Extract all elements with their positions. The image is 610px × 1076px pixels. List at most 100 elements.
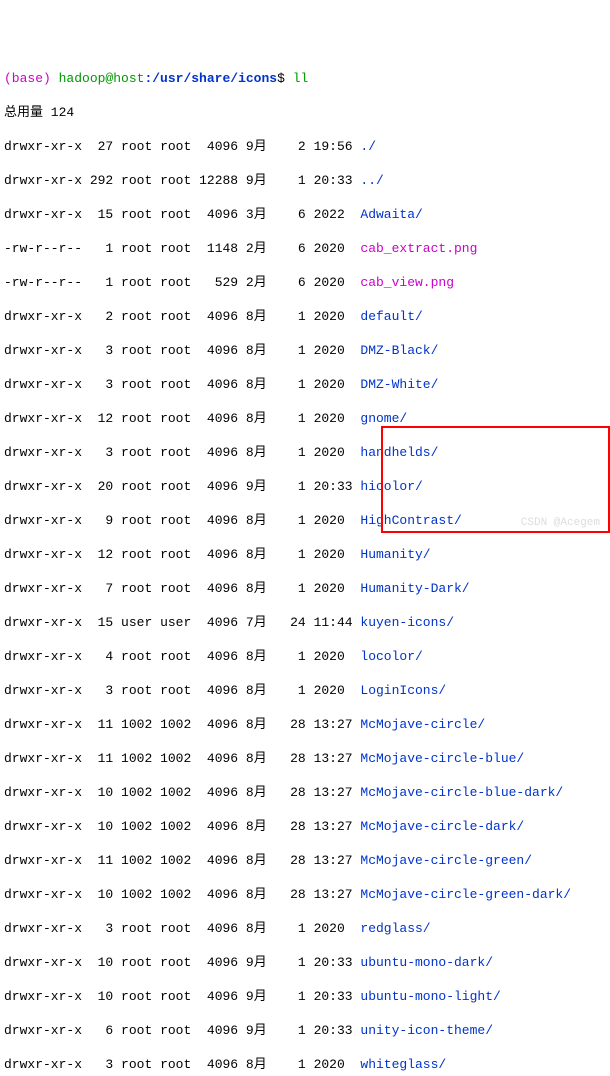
day: 1 — [275, 989, 306, 1004]
permissions: drwxr-xr-x — [4, 173, 82, 188]
owner: root — [121, 207, 152, 222]
link-count: 4 — [82, 649, 113, 664]
owner: root — [121, 1057, 152, 1072]
list-row: drwxr-xr-x 4 root root 4096 8月 1 2020 lo… — [4, 648, 606, 665]
owner: root — [121, 989, 152, 1004]
entry-name: ./ — [360, 139, 376, 154]
day: 1 — [275, 547, 306, 562]
link-count: 3 — [82, 343, 113, 358]
group: root — [160, 445, 191, 460]
entry-name: Adwaita/ — [360, 207, 422, 222]
group: root — [160, 377, 191, 392]
time: 2020 — [314, 275, 353, 290]
group: root — [160, 547, 191, 562]
month: 8月 — [246, 887, 275, 902]
entry-name: Humanity/ — [360, 547, 430, 562]
link-count: 11 — [82, 717, 113, 732]
entry-name: McMojave-circle/ — [360, 717, 485, 732]
permissions: drwxr-xr-x — [4, 513, 82, 528]
group: root — [160, 513, 191, 528]
group: root — [160, 649, 191, 664]
list-row: drwxr-xr-x 3 root root 4096 8月 1 2020 DM… — [4, 342, 606, 359]
list-row: drwxr-xr-x 11 1002 1002 4096 8月 28 13:27… — [4, 852, 606, 869]
permissions: drwxr-xr-x — [4, 1023, 82, 1038]
entry-name: locolor/ — [360, 649, 422, 664]
owner: root — [121, 683, 152, 698]
permissions: drwxr-xr-x — [4, 785, 82, 800]
prompt-line[interactable]: (base) hadoop@host:/usr/share/icons$ ll — [4, 70, 606, 87]
owner: 1002 — [121, 819, 152, 834]
month: 8月 — [246, 751, 275, 766]
entry-name: gnome/ — [360, 411, 407, 426]
total-line: 总用量 124 — [4, 104, 606, 121]
list-row: drwxr-xr-x 10 1002 1002 4096 8月 28 13:27… — [4, 784, 606, 801]
time: 20:33 — [314, 479, 353, 494]
size: 4096 — [191, 411, 238, 426]
entry-name: McMojave-circle-green/ — [360, 853, 532, 868]
list-row: drwxr-xr-x 11 1002 1002 4096 8月 28 13:27… — [4, 716, 606, 733]
link-count: 11 — [82, 751, 113, 766]
month: 9月 — [246, 989, 275, 1004]
link-count: 11 — [82, 853, 113, 868]
env-prefix: (base) — [4, 71, 51, 86]
size: 4096 — [191, 649, 238, 664]
owner: root — [121, 955, 152, 970]
day: 1 — [275, 581, 306, 596]
owner: root — [121, 275, 152, 290]
group: 1002 — [160, 887, 191, 902]
link-count: 6 — [82, 1023, 113, 1038]
permissions: drwxr-xr-x — [4, 683, 82, 698]
size: 4096 — [191, 887, 238, 902]
link-count: 20 — [82, 479, 113, 494]
entry-name: cab_extract.png — [360, 241, 477, 256]
size: 4096 — [191, 581, 238, 596]
owner: root — [121, 479, 152, 494]
permissions: -rw-r--r-- — [4, 275, 82, 290]
group: root — [160, 139, 191, 154]
group: 1002 — [160, 717, 191, 732]
link-count: 7 — [82, 581, 113, 596]
terminal[interactable]: (base) hadoop@host:/usr/share/icons$ ll … — [0, 68, 610, 1076]
group: root — [160, 1023, 191, 1038]
group: 1002 — [160, 751, 191, 766]
command-input[interactable]: ll — [293, 71, 309, 86]
list-row: drwxr-xr-x 12 root root 4096 8月 1 2020 H… — [4, 546, 606, 563]
link-count: 3 — [82, 921, 113, 936]
entry-name: ubuntu-mono-light/ — [360, 989, 500, 1004]
month: 8月 — [246, 445, 275, 460]
size: 4096 — [191, 479, 238, 494]
day: 6 — [275, 207, 306, 222]
size: 4096 — [191, 717, 238, 732]
permissions: drwxr-xr-x — [4, 343, 82, 358]
size: 4096 — [191, 343, 238, 358]
list-row: drwxr-xr-x 10 root root 4096 9月 1 20:33 … — [4, 954, 606, 971]
link-count: 3 — [82, 445, 113, 460]
permissions: -rw-r--r-- — [4, 241, 82, 256]
month: 8月 — [246, 581, 275, 596]
time: 13:27 — [314, 853, 353, 868]
month: 9月 — [246, 1023, 275, 1038]
user-host: hadoop@host — [59, 71, 145, 86]
permissions: drwxr-xr-x — [4, 309, 82, 324]
link-count: 292 — [82, 173, 113, 188]
owner: user — [121, 615, 152, 630]
size: 4096 — [191, 683, 238, 698]
permissions: drwxr-xr-x — [4, 751, 82, 766]
owner: 1002 — [121, 785, 152, 800]
entry-name: McMojave-circle-dark/ — [360, 819, 524, 834]
link-count: 9 — [82, 513, 113, 528]
permissions: drwxr-xr-x — [4, 887, 82, 902]
owner: 1002 — [121, 717, 152, 732]
month: 8月 — [246, 819, 275, 834]
time: 2022 — [314, 207, 353, 222]
permissions: drwxr-xr-x — [4, 649, 82, 664]
day: 2 — [275, 139, 306, 154]
cwd-path: :/usr/share/icons — [144, 71, 277, 86]
time: 11:44 — [314, 615, 353, 630]
list-row: drwxr-xr-x 2 root root 4096 8月 1 2020 de… — [4, 308, 606, 325]
link-count: 1 — [82, 275, 113, 290]
link-count: 3 — [82, 1057, 113, 1072]
group: 1002 — [160, 819, 191, 834]
size: 4096 — [191, 1057, 238, 1072]
entry-name: ubuntu-mono-dark/ — [360, 955, 493, 970]
